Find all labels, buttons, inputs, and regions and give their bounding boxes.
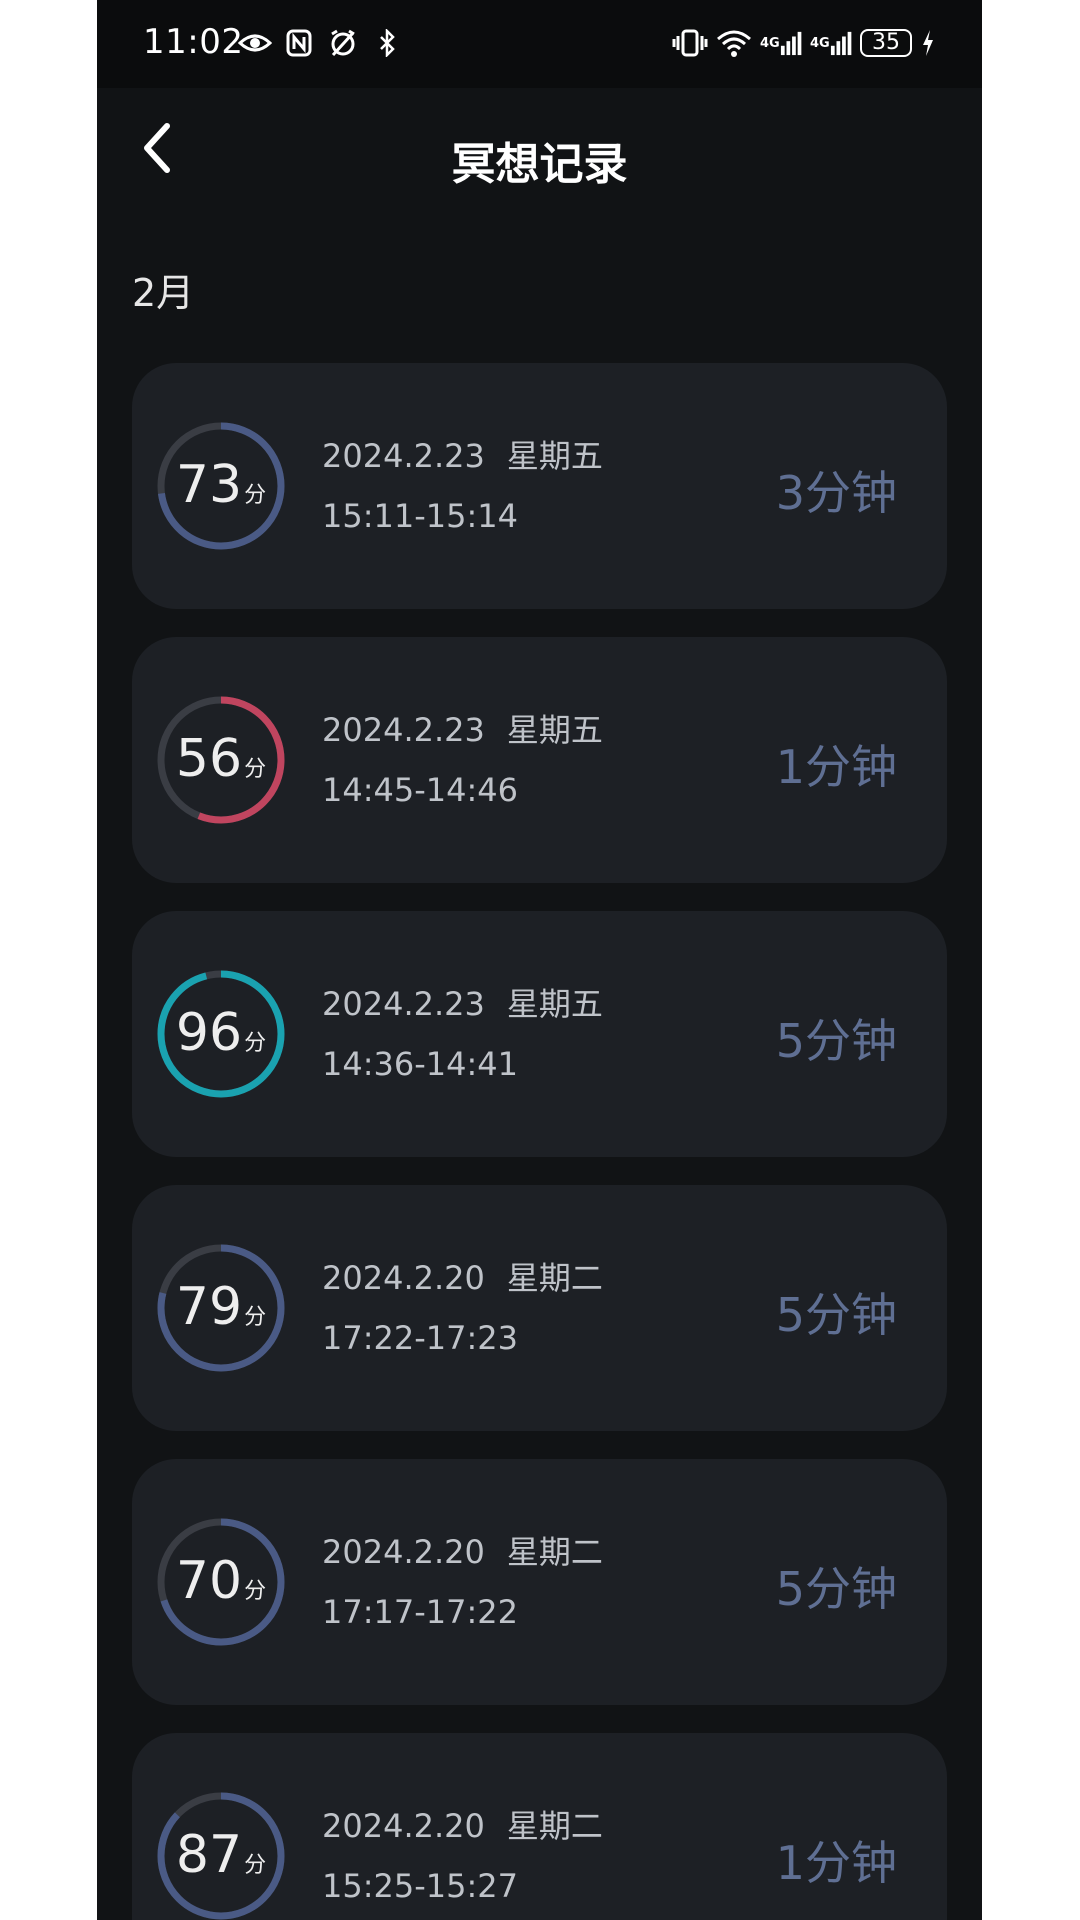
record-card[interactable]: 70分 2024.2.20 星期二 17:17-17:22 5分钟 bbox=[132, 1459, 947, 1705]
score-value: 79 bbox=[175, 1277, 243, 1337]
record-date-line: 2024.2.23 星期五 bbox=[322, 979, 603, 1025]
score-ring: 79分 bbox=[156, 1243, 286, 1373]
score-ring: 70分 bbox=[156, 1517, 286, 1647]
score-ring: 87分 bbox=[156, 1791, 286, 1920]
score-text: 79分 bbox=[156, 1277, 286, 1337]
score-value: 73 bbox=[175, 455, 243, 515]
net-label-1: 4G bbox=[760, 35, 780, 51]
eye-icon bbox=[237, 26, 273, 60]
month-label: 2月 bbox=[132, 271, 195, 315]
score-value: 56 bbox=[175, 729, 243, 789]
record-date-line: 2024.2.20 星期二 bbox=[322, 1527, 603, 1573]
score-unit: 分 bbox=[244, 1853, 267, 1878]
vibrate-icon bbox=[672, 26, 708, 60]
record-card[interactable]: 87分 2024.2.20 星期二 15:25-15:27 1分钟 bbox=[132, 1733, 947, 1920]
header: 冥想记录 bbox=[97, 88, 982, 228]
record-date-line: 2024.2.20 星期二 bbox=[322, 1253, 603, 1299]
record-duration: 1分钟 bbox=[775, 1836, 897, 1890]
alarm-off-icon bbox=[325, 26, 361, 60]
score-value: 96 bbox=[175, 1003, 243, 1063]
record-time-range: 17:22-17:23 bbox=[322, 1319, 518, 1357]
score-unit: 分 bbox=[244, 757, 267, 782]
battery-level: 35 bbox=[872, 30, 900, 55]
score-value: 70 bbox=[175, 1551, 243, 1611]
record-list: 73分 2024.2.23 星期五 15:11-15:14 3分钟 56分 202… bbox=[132, 363, 947, 1920]
signal-sim1-icon: 4G bbox=[760, 26, 802, 60]
score-unit: 分 bbox=[244, 1031, 267, 1056]
record-time-range: 17:17-17:22 bbox=[322, 1593, 518, 1631]
record-duration: 5分钟 bbox=[775, 1562, 897, 1616]
record-card[interactable]: 56分 2024.2.23 星期五 14:45-14:46 1分钟 bbox=[132, 637, 947, 883]
wifi-icon bbox=[716, 26, 752, 60]
record-weekday: 星期二 bbox=[506, 1533, 603, 1571]
phone-screen: 11:02 4G 4G 35 冥想记录 2月 73分 2024.2.23 星期五… bbox=[97, 0, 982, 1920]
record-card[interactable]: 73分 2024.2.23 星期五 15:11-15:14 3分钟 bbox=[132, 363, 947, 609]
record-weekday: 星期二 bbox=[506, 1259, 603, 1297]
score-unit: 分 bbox=[244, 1305, 267, 1330]
score-value: 87 bbox=[175, 1825, 243, 1885]
score-text: 56分 bbox=[156, 729, 286, 789]
record-date: 2024.2.23 bbox=[322, 437, 485, 475]
score-text: 70分 bbox=[156, 1551, 286, 1611]
record-time-range: 14:45-14:46 bbox=[322, 771, 518, 809]
record-date: 2024.2.20 bbox=[322, 1533, 485, 1571]
record-date: 2024.2.23 bbox=[322, 711, 485, 749]
record-duration: 5分钟 bbox=[775, 1014, 897, 1068]
record-weekday: 星期五 bbox=[506, 711, 603, 749]
record-card[interactable]: 79分 2024.2.20 星期二 17:22-17:23 5分钟 bbox=[132, 1185, 947, 1431]
record-date-line: 2024.2.23 星期五 bbox=[322, 431, 603, 477]
record-weekday: 星期五 bbox=[506, 985, 603, 1023]
record-date: 2024.2.23 bbox=[322, 985, 485, 1023]
score-unit: 分 bbox=[244, 1579, 267, 1604]
nfc-icon bbox=[281, 26, 317, 60]
record-duration: 5分钟 bbox=[775, 1288, 897, 1342]
battery-icon: 35 bbox=[860, 29, 912, 57]
score-ring: 73分 bbox=[156, 421, 286, 551]
record-time-range: 15:25-15:27 bbox=[322, 1867, 518, 1905]
score-text: 73分 bbox=[156, 455, 286, 515]
status-left-icons bbox=[237, 26, 405, 60]
record-weekday: 星期五 bbox=[506, 437, 603, 475]
score-ring: 96分 bbox=[156, 969, 286, 1099]
record-duration: 3分钟 bbox=[775, 466, 897, 520]
page-title: 冥想记录 bbox=[451, 139, 628, 190]
record-date-line: 2024.2.20 星期二 bbox=[322, 1801, 603, 1847]
record-date: 2024.2.20 bbox=[322, 1259, 485, 1297]
signal-sim2-icon: 4G bbox=[810, 26, 852, 60]
record-duration: 1分钟 bbox=[775, 740, 897, 794]
score-text: 96分 bbox=[156, 1003, 286, 1063]
record-time-range: 14:36-14:41 bbox=[322, 1045, 518, 1083]
net-label-2: 4G bbox=[810, 35, 830, 51]
record-card[interactable]: 96分 2024.2.23 星期五 14:36-14:41 5分钟 bbox=[132, 911, 947, 1157]
score-text: 87分 bbox=[156, 1825, 286, 1885]
status-time: 11:02 bbox=[143, 22, 244, 62]
score-unit: 分 bbox=[244, 483, 267, 508]
charging-icon bbox=[920, 26, 936, 60]
record-date-line: 2024.2.23 星期五 bbox=[322, 705, 603, 751]
record-time-range: 15:11-15:14 bbox=[322, 497, 518, 535]
score-ring: 56分 bbox=[156, 695, 286, 825]
status-bar: 11:02 4G 4G 35 bbox=[97, 0, 982, 88]
record-date: 2024.2.20 bbox=[322, 1807, 485, 1845]
status-right-icons: 4G 4G 35 bbox=[672, 26, 936, 60]
record-weekday: 星期二 bbox=[506, 1807, 603, 1845]
bluetooth-icon bbox=[369, 26, 405, 60]
